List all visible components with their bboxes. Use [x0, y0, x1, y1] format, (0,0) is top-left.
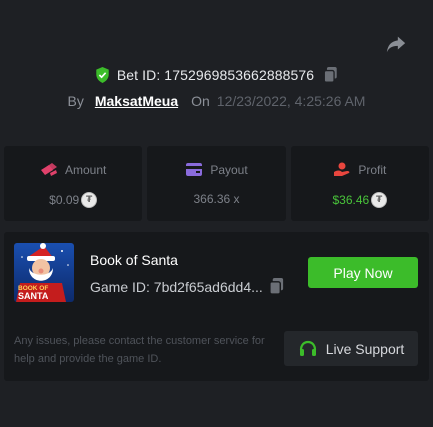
- headset-icon: [299, 340, 316, 356]
- thumbnail-text: SANTA: [18, 291, 49, 301]
- amount-label: Amount: [64, 162, 107, 177]
- coin-stack-icon: [40, 163, 57, 176]
- support-note: Any issues, please contact the customer …: [14, 335, 265, 365]
- payout-value: 366.36 x: [193, 192, 240, 206]
- profit-value: $36.46: [332, 193, 370, 207]
- bet-id-row: Bet ID: 1752969853662888576: [0, 66, 433, 84]
- payout-card: Payout 366.36 x: [147, 146, 286, 221]
- coin-icon: ₮: [371, 192, 388, 208]
- game-card: BOOK OF SANTA Book of Santa Game ID: 7bd…: [4, 232, 429, 381]
- verified-shield-icon: [96, 67, 109, 83]
- game-id-label: Game ID: 7bd2f65ad6dd4...: [90, 278, 263, 295]
- live-support-button[interactable]: Live Support: [284, 331, 418, 366]
- copy-bet-id-icon[interactable]: [323, 67, 338, 83]
- author-row: By MaksatMeua On 12/23/2022, 4:25:26 AM: [0, 92, 433, 110]
- amount-value: $0.09: [49, 193, 80, 207]
- game-thumbnail[interactable]: BOOK OF SANTA: [14, 243, 74, 302]
- profit-card: Profit $36.46 ₮: [290, 146, 429, 221]
- wallet-icon: [186, 163, 203, 176]
- on-label: On: [191, 93, 210, 109]
- live-support-label: Live Support: [325, 340, 405, 357]
- copy-game-id-icon[interactable]: [268, 278, 285, 295]
- coin-icon: ₮: [81, 192, 98, 208]
- bet-id-label: Bet ID: 1752969853662888576: [116, 67, 315, 83]
- bet-date: 12/23/2022, 4:25:26 AM: [216, 93, 366, 109]
- payout-label: Payout: [210, 162, 248, 177]
- hand-coin-icon: [334, 162, 350, 176]
- username-link[interactable]: MaksatMeua: [95, 93, 178, 109]
- game-id-row: Game ID: 7bd2f65ad6dd4...: [90, 278, 285, 295]
- amount-card: Amount $0.09 ₮: [4, 146, 143, 221]
- bet-stats: Amount $0.09 ₮ Payout 366.36 x Profit $3…: [4, 146, 429, 221]
- by-label: By: [67, 93, 84, 109]
- game-title: Book of Santa: [90, 252, 178, 268]
- play-now-button[interactable]: Play Now: [308, 257, 418, 288]
- profit-label: Profit: [358, 162, 387, 177]
- share-icon[interactable]: [385, 33, 407, 55]
